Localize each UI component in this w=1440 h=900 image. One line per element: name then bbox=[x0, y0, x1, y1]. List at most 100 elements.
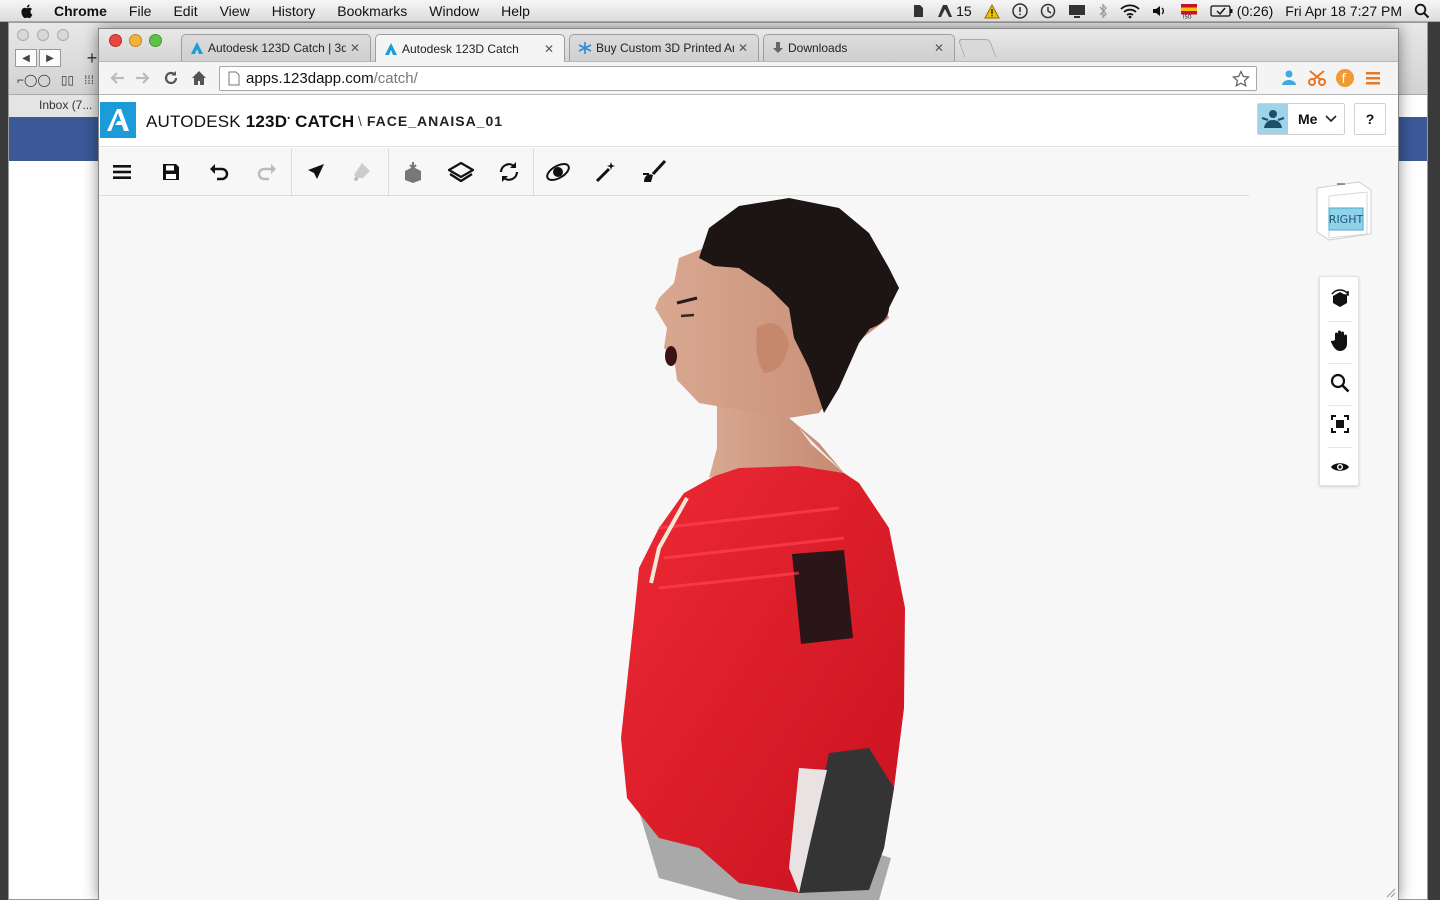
orbit-icon bbox=[1331, 289, 1349, 307]
zoom-button[interactable] bbox=[1320, 363, 1360, 403]
menu-bookmarks[interactable]: Bookmarks bbox=[337, 3, 407, 19]
status-tray: 15 ISO (0:26) Fri Apr 18 7:27 PM bbox=[911, 0, 1430, 22]
apple-icon[interactable] bbox=[18, 2, 36, 20]
brush-icon bbox=[643, 159, 667, 182]
new-tab-button[interactable] bbox=[957, 39, 997, 57]
menu-app-chrome[interactable]: Chrome bbox=[54, 3, 107, 19]
input-source-flag-icon[interactable]: ISO bbox=[1180, 3, 1198, 19]
menu-file[interactable]: File bbox=[129, 3, 152, 19]
forward-button[interactable] bbox=[133, 68, 153, 88]
bluetooth-icon[interactable] bbox=[1098, 3, 1108, 19]
visibility-button[interactable] bbox=[1320, 447, 1360, 487]
window-minimize-button[interactable] bbox=[129, 34, 142, 47]
layers-icon bbox=[448, 161, 474, 182]
evernote-icon[interactable] bbox=[911, 3, 925, 19]
download-arrow-icon bbox=[773, 42, 783, 53]
url-path: /catch/ bbox=[373, 70, 418, 87]
gizmo-icon bbox=[546, 162, 570, 181]
orbit-tool-button[interactable] bbox=[534, 148, 582, 196]
clock[interactable]: Fri Apr 18 7:27 PM bbox=[1285, 3, 1402, 19]
chrome-menu-icon[interactable] bbox=[1363, 68, 1383, 88]
refresh-model-button[interactable] bbox=[485, 148, 533, 196]
battery-icon bbox=[1210, 5, 1233, 17]
display-icon[interactable] bbox=[1068, 4, 1086, 19]
tab-title: Buy Custom 3D Printed Art bbox=[596, 41, 734, 55]
pan-button[interactable] bbox=[1320, 321, 1360, 361]
menu-history[interactable]: History bbox=[272, 3, 316, 19]
main-toolbar bbox=[99, 147, 1249, 196]
extension-f-icon[interactable]: f bbox=[1335, 68, 1355, 88]
avatar bbox=[1258, 104, 1288, 134]
warning-icon[interactable] bbox=[983, 3, 1000, 19]
tab-close-icon[interactable]: ✕ bbox=[544, 42, 556, 56]
extension-cloud-icon[interactable] bbox=[1279, 68, 1299, 88]
user-menu-button[interactable]: Me bbox=[1257, 103, 1345, 135]
bookmark-star-icon[interactable] bbox=[1232, 70, 1250, 88]
layers-button[interactable] bbox=[437, 148, 485, 196]
tab-buy-3d-printed-art[interactable]: Buy Custom 3D Printed Art ✕ bbox=[569, 34, 759, 61]
home-button[interactable] bbox=[189, 68, 209, 88]
resize-grip-icon[interactable] bbox=[1384, 886, 1396, 898]
spotlight-search-icon[interactable] bbox=[1414, 3, 1430, 19]
app-brand[interactable]: AUTODESK 123D• CATCH bbox=[146, 112, 354, 132]
fit-to-view-button[interactable] bbox=[1320, 404, 1360, 444]
redo-button[interactable] bbox=[243, 148, 291, 196]
3d-viewport[interactable]: RIGHT bbox=[99, 147, 1399, 900]
wifi-icon[interactable] bbox=[1120, 4, 1140, 19]
tab-close-icon[interactable]: ✕ bbox=[350, 41, 362, 55]
autodesk-logo-icon[interactable] bbox=[100, 102, 136, 138]
bg-back-icon[interactable]: ◀ bbox=[15, 49, 37, 67]
orbit-button[interactable] bbox=[1320, 279, 1360, 319]
hamburger-icon bbox=[113, 164, 131, 179]
view-cube[interactable]: RIGHT bbox=[1311, 178, 1373, 242]
reload-button[interactable] bbox=[161, 68, 181, 88]
menu-edit[interactable]: Edit bbox=[173, 3, 197, 19]
window-zoom-button[interactable] bbox=[149, 34, 162, 47]
extension-scissors-icon[interactable] bbox=[1307, 68, 1327, 88]
redo-icon bbox=[257, 163, 276, 180]
eye-icon bbox=[1331, 463, 1349, 471]
3d-model-scan[interactable] bbox=[99, 148, 1399, 900]
volume-icon[interactable] bbox=[1152, 4, 1168, 18]
bg-zoom-button[interactable] bbox=[57, 29, 69, 41]
address-bar[interactable]: apps.123dapp.com/catch/ bbox=[219, 66, 1257, 91]
menu-button[interactable] bbox=[99, 148, 147, 196]
url-host: apps.123dapp.com bbox=[246, 70, 374, 87]
brush-tool-button[interactable] bbox=[630, 148, 678, 196]
undo-button[interactable] bbox=[195, 148, 243, 196]
tab-autodesk-catch-active[interactable]: Autodesk 123D Catch ✕ bbox=[375, 34, 565, 62]
select-tool-button[interactable] bbox=[292, 148, 340, 196]
solid-tool-button[interactable] bbox=[389, 148, 437, 196]
tab-autodesk-catch-3d[interactable]: Autodesk 123D Catch | 3d ✕ bbox=[181, 34, 371, 61]
notification-counter[interactable]: 15 bbox=[937, 3, 972, 19]
time-machine-icon[interactable] bbox=[1040, 3, 1056, 19]
bg-inbox-tab[interactable]: Inbox (7... bbox=[9, 95, 99, 117]
bg-close-button[interactable] bbox=[17, 29, 29, 41]
bg-facebook-header-right bbox=[1397, 117, 1427, 161]
project-name[interactable]: FACE_ANAISA_01 bbox=[367, 113, 503, 129]
menu-view[interactable]: View bbox=[220, 3, 250, 19]
tab-close-icon[interactable]: ✕ bbox=[934, 41, 946, 55]
help-button[interactable]: ? bbox=[1354, 103, 1386, 135]
tab-downloads[interactable]: Downloads ✕ bbox=[763, 34, 955, 61]
autodesk-favicon-icon bbox=[385, 42, 397, 55]
erase-tool-button[interactable] bbox=[340, 148, 388, 196]
reading-glasses-icon[interactable]: ⌐◯◯ bbox=[17, 73, 51, 87]
tab-title: Autodesk 123D Catch bbox=[402, 41, 519, 56]
magic-wand-button[interactable] bbox=[582, 148, 630, 196]
bg-minimize-button[interactable] bbox=[37, 29, 49, 41]
bg-forward-icon[interactable]: ▶ bbox=[39, 49, 61, 67]
tab-close-icon[interactable]: ✕ bbox=[738, 41, 750, 55]
save-button[interactable] bbox=[147, 148, 195, 196]
alert-icon[interactable] bbox=[1011, 3, 1028, 19]
back-button[interactable] bbox=[107, 68, 127, 88]
apps-grid-icon[interactable]: ⁞⁞⁞ bbox=[84, 73, 94, 87]
forward-arrow-icon bbox=[136, 72, 150, 84]
page-icon bbox=[228, 71, 240, 86]
battery-status[interactable]: (0:26) bbox=[1210, 3, 1273, 19]
rotate-arrows-icon bbox=[499, 161, 519, 182]
menu-window[interactable]: Window bbox=[429, 3, 479, 19]
window-close-button[interactable] bbox=[109, 34, 122, 47]
book-icon[interactable]: ▯▯ bbox=[61, 73, 74, 87]
menu-help[interactable]: Help bbox=[501, 3, 530, 19]
